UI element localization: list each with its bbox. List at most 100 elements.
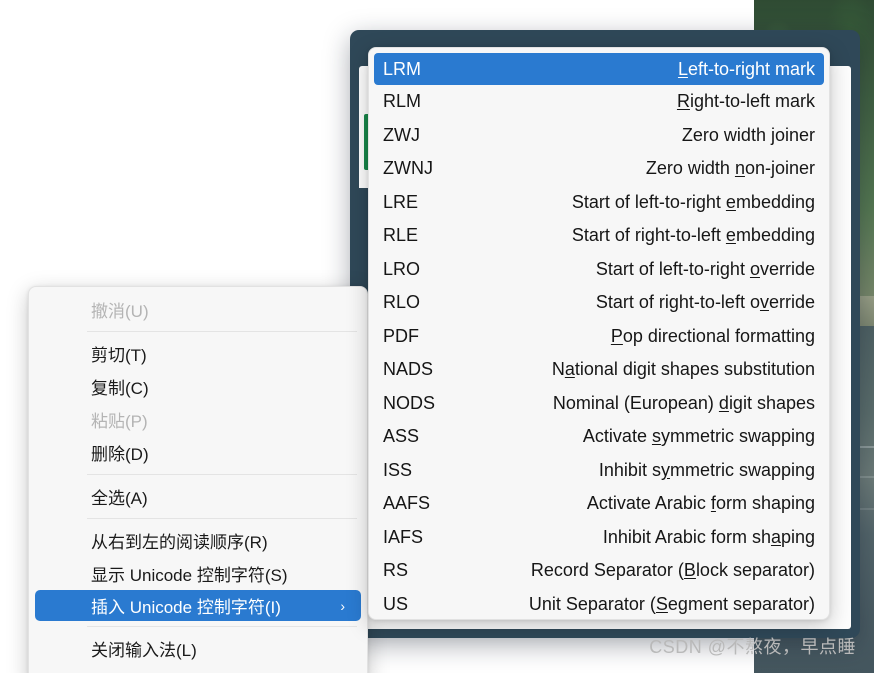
unicode-item-abbr: ZWJ xyxy=(383,124,420,145)
unicode-item-abbr: ISS xyxy=(383,459,413,480)
unicode-item-desc-suffix: mbedding xyxy=(735,225,815,246)
unicode-item-abbr: US xyxy=(383,593,409,614)
unicode-item-accelerator: d xyxy=(718,392,729,413)
unicode-item-desc-prefix: Zero width xyxy=(645,158,735,179)
unicode-item-desc-prefix: Start of right-to-left xyxy=(571,225,726,246)
ime-context-menu[interactable]: 撤消(U) 剪切(T) 复制(C) 粘贴(P) 删除(D) 全选(A) 从右到左的阅读顺序(… xyxy=(28,286,368,673)
unicode-item-description: Start of left-to-right embedding xyxy=(488,192,815,213)
context-menu-item-label: 删除(D) xyxy=(91,445,149,464)
unicode-item-accelerator: s xyxy=(651,426,661,447)
unicode-item-abbr: NODS xyxy=(383,392,436,413)
unicode-item-accelerator: v xyxy=(759,292,769,313)
context-menu-item[interactable]: 剪切(T) xyxy=(29,337,367,370)
unicode-item-description: Unit Separator (Segment separator) xyxy=(488,594,815,615)
unicode-item-desc-prefix: Activate Arabic xyxy=(586,493,711,514)
unicode-item-abbr: NADS xyxy=(383,359,434,380)
unicode-menu-item[interactable]: IAFS Inhibit Arabic form shaping xyxy=(369,521,829,555)
unicode-item-abbr: ASS xyxy=(383,426,420,447)
unicode-item-desc-suffix: mbedding xyxy=(735,191,815,212)
unicode-menu-item[interactable]: NODS Nominal (European) digit shapes xyxy=(369,387,829,421)
unicode-item-desc-prefix: Record Separator ( xyxy=(530,560,684,581)
unicode-menu-item[interactable]: RS Record Separator (Block separator) xyxy=(369,554,829,588)
menu-separator xyxy=(87,518,357,519)
context-menu-item-label: 全选(A) xyxy=(91,489,148,508)
unicode-item-accelerator: e xyxy=(725,191,736,212)
unicode-menu-item[interactable]: US Unit Separator (Segment separator) xyxy=(369,588,829,620)
unicode-item-desc-suffix: on-joiner xyxy=(744,158,815,179)
unicode-item-abbr: LRO xyxy=(383,258,421,279)
unicode-item-accelerator: S xyxy=(655,593,668,614)
context-menu-item[interactable]: 复制(C) xyxy=(29,370,367,403)
unicode-menu-item[interactable]: NADS National digit shapes substitution xyxy=(369,353,829,387)
unicode-menu-item[interactable]: AAFS Activate Arabic form shaping xyxy=(369,487,829,521)
unicode-item-desc-suffix: egment separator) xyxy=(667,593,815,614)
unicode-item-accelerator: P xyxy=(610,325,623,346)
unicode-item-desc-prefix: Zero width xyxy=(681,124,771,145)
unicode-menu-item[interactable]: LRO Start of left-to-right override xyxy=(369,253,829,287)
menu-separator xyxy=(87,474,357,475)
unicode-item-abbr: PDF xyxy=(383,325,419,346)
context-menu-item-label: 撤消(U) xyxy=(91,302,149,321)
unicode-item-description: Zero width joiner xyxy=(488,125,815,146)
unicode-item-desc-prefix: Inhibit s xyxy=(598,459,661,480)
unicode-menu-item[interactable]: RLO Start of right-to-left override xyxy=(369,286,829,320)
unicode-item-desc-suffix: tional digit shapes substitution xyxy=(574,359,815,380)
unicode-menu-item[interactable]: RLM Right-to-left mark xyxy=(369,85,829,119)
unicode-item-abbr: LRE xyxy=(383,191,419,212)
unicode-item-description: Nominal (European) digit shapes xyxy=(488,393,815,414)
unicode-item-description: Inhibit symmetric swapping xyxy=(488,460,815,481)
unicode-item-description: Record Separator (Block separator) xyxy=(488,560,815,581)
unicode-item-abbr: RS xyxy=(383,560,409,581)
unicode-item-desc-prefix: Unit Separator ( xyxy=(528,593,656,614)
context-menu-item-label: 输入法设置(E) xyxy=(91,669,199,673)
unicode-item-accelerator: y xyxy=(660,459,670,480)
context-menu-item[interactable]: 全选(A) xyxy=(29,480,367,513)
unicode-item-description: Start of right-to-left override xyxy=(488,292,815,313)
unicode-item-desc-suffix: erride xyxy=(768,292,815,313)
menu-separator xyxy=(87,331,357,332)
unicode-item-description: Pop directional formatting xyxy=(488,326,815,347)
unicode-menu-item[interactable]: ASS Activate symmetric swapping xyxy=(369,420,829,454)
context-menu-item-label: 剪切(T) xyxy=(91,346,147,365)
unicode-item-desc-suffix: eft-to-right mark xyxy=(687,58,815,79)
unicode-item-abbr: IAFS xyxy=(383,526,424,547)
context-menu-item-label: 显示 Unicode 控制字符(S) xyxy=(91,566,288,585)
context-menu-item-label: 粘贴(P) xyxy=(91,412,148,431)
unicode-item-desc-suffix: orm shaping xyxy=(715,493,815,514)
unicode-menu-item[interactable]: RLE Start of right-to-left embedding xyxy=(369,219,829,253)
screen-root: a n 撤消(U) 剪切(T) 复制(C) 粘贴(P) 删除(D) 全选(A) 从右到左的阅读… xyxy=(0,0,874,673)
context-menu-item[interactable]: 关闭输入法(L) xyxy=(29,632,367,665)
unicode-item-accelerator: n xyxy=(734,158,745,179)
context-menu-item[interactable]: 删除(D) xyxy=(29,436,367,469)
unicode-item-desc-suffix: lock separator) xyxy=(695,560,815,581)
unicode-item-description: Left-to-right mark xyxy=(488,59,815,80)
unicode-item-desc-prefix: Inhibit Arabic form sh xyxy=(602,526,771,547)
context-menu-item[interactable]: 输入法设置(E) xyxy=(29,665,367,673)
unicode-item-desc-suffix: ping xyxy=(780,526,815,547)
unicode-menu-item[interactable]: PDF Pop directional formatting xyxy=(369,320,829,354)
context-menu-item-label: 从右到左的阅读顺序(R) xyxy=(91,533,268,552)
unicode-item-accelerator: a xyxy=(564,359,575,380)
unicode-item-desc-prefix: Start of right-to-left o xyxy=(595,292,760,313)
unicode-item-desc-suffix: igit shapes xyxy=(728,392,815,413)
context-menu-item-label: 复制(C) xyxy=(91,379,149,398)
unicode-item-accelerator: B xyxy=(683,560,696,581)
unicode-menu-item[interactable]: ISS Inhibit symmetric swapping xyxy=(369,454,829,488)
unicode-item-description: Activate symmetric swapping xyxy=(488,426,815,447)
context-menu-item[interactable]: 从右到左的阅读顺序(R) xyxy=(29,524,367,557)
unicode-menu-item[interactable]: ZWNJ Zero width non-joiner xyxy=(369,152,829,186)
unicode-item-desc-suffix: op directional formatting xyxy=(622,325,815,346)
unicode-menu-item[interactable]: LRM Left-to-right mark xyxy=(374,53,824,85)
unicode-control-character-submenu[interactable]: LRM Left-to-right mark RLM Right-to-left ma… xyxy=(368,47,830,620)
unicode-item-desc-prefix: N xyxy=(551,359,565,380)
unicode-item-description: Start of left-to-right override xyxy=(488,259,815,280)
context-menu-item[interactable]: 显示 Unicode 控制字符(S) xyxy=(29,557,367,590)
unicode-menu-item[interactable]: LRE Start of left-to-right embedding xyxy=(369,186,829,220)
context-menu-item[interactable]: 插入 Unicode 控制字符(I) › xyxy=(35,590,361,621)
context-menu-item: 撤消(U) xyxy=(29,293,367,326)
unicode-menu-item[interactable]: ZWJ Zero width joiner xyxy=(369,119,829,153)
unicode-item-abbr: ZWNJ xyxy=(383,158,433,179)
unicode-item-accelerator: o xyxy=(749,258,760,279)
unicode-item-abbr: LRM xyxy=(383,58,422,79)
unicode-item-desc-suffix: ight-to-left mark xyxy=(689,91,815,112)
